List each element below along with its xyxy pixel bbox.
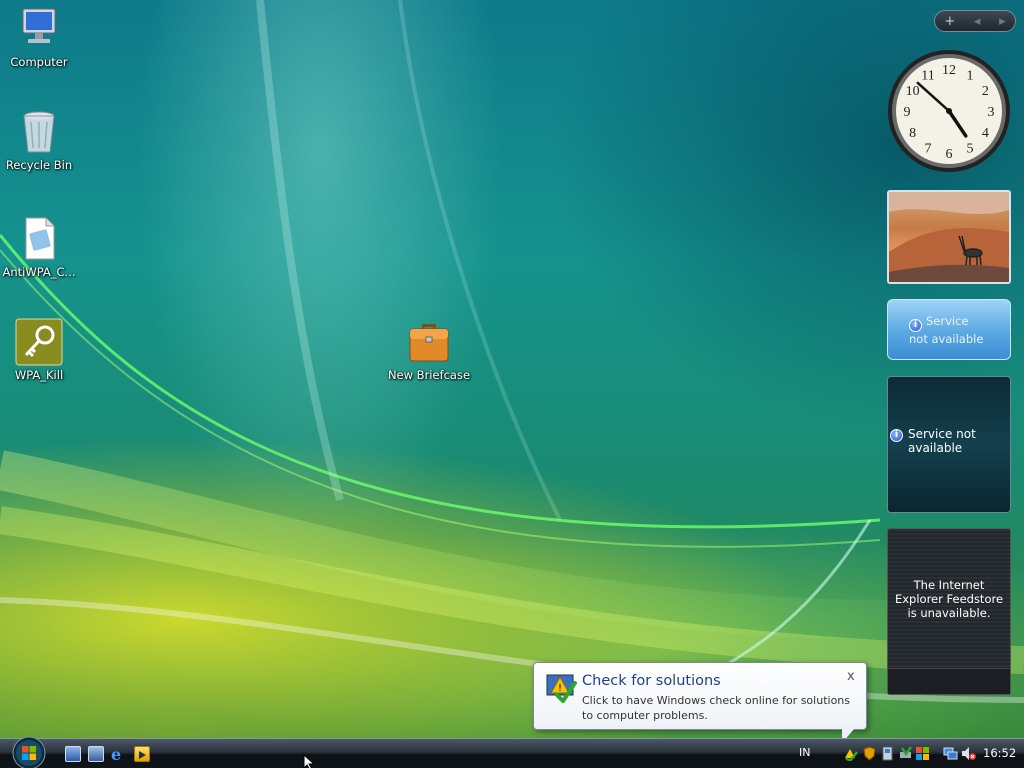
clock-hour-number: 8 [909,126,916,141]
volume-muted-icon[interactable] [961,746,976,761]
briefcase-icon [405,318,453,366]
key-icon [15,318,63,366]
desktop[interactable]: Computer Recycle Bin AntiWPA_C... WPA_Ki… [0,0,1024,738]
balloon-close-button[interactable]: x [847,669,855,684]
clock-gadget[interactable]: 12 1 2 3 4 5 6 7 8 9 10 11 [886,48,1012,174]
computer-icon [15,5,63,53]
problem-reports-tray-icon[interactable] [843,746,858,763]
desktop-icon-recycle-bin[interactable]: Recycle Bin [0,108,78,172]
previous-page-button[interactable]: ◂ [974,14,981,29]
clock-hour-number: 10 [906,84,920,99]
language-indicator[interactable]: IN [799,746,810,759]
balloon-title: Check for solutions [582,673,721,689]
next-page-button[interactable]: ▸ [999,14,1006,29]
document-icon [15,215,63,263]
clock-hour-number: 1 [967,69,974,84]
clock-face: 12 12 3 45678 9 1011 [888,50,1010,172]
start-button[interactable] [7,735,51,768]
desktop-icon-label: New Briefcase [387,368,471,382]
clock-hour-number: 2 [982,84,989,99]
slideshow-image [889,192,1009,282]
feeds-footer [888,668,1010,694]
desktop-icon-label: Recycle Bin [5,158,73,172]
switch-windows-icon[interactable] [88,746,104,762]
desktop-icon-label: Computer [10,55,68,69]
internet-explorer-icon[interactable]: e [111,745,127,764]
clock-hour-number: 9 [904,105,911,120]
slideshow-gadget[interactable] [887,190,1011,284]
clock-hour-number: 4 [982,126,989,141]
svg-text:!: ! [558,683,562,694]
feed-headlines-gadget[interactable]: The Internet Explorer Feedstore is unava… [887,528,1011,695]
clock-hour-number: 5 [967,141,974,156]
taskbar-clock[interactable]: 16:52 [983,746,1016,760]
desktop-icon-antiwpa[interactable]: AntiWPA_C... [0,215,78,279]
balloon-tail [842,729,854,738]
security-shield-icon[interactable] [862,746,877,761]
mouse-cursor-icon [303,754,316,768]
desktop-icon-computer[interactable]: Computer [0,5,78,69]
desktop-icon-label: WPA_Kill [14,368,64,382]
taskbar: e IN 16:52 [0,735,1024,768]
media-player-icon[interactable] [134,746,150,762]
recycle-bin-icon [15,108,63,156]
clock-hour-number: 3 [988,105,995,120]
balloon-message[interactable]: Click to have Windows check online for s… [582,693,862,723]
svg-text:e: e [111,746,121,762]
clock-hour-number: 12 [942,63,956,78]
show-desktop-icon[interactable] [65,746,81,762]
problem-reports-icon: ! [545,671,577,705]
desktop-icon-wpa-kill[interactable]: WPA_Kill [0,318,78,382]
info-icon: i [909,319,922,332]
notification-balloon[interactable]: ! Check for solutions Click to have Wind… [533,662,867,738]
device-tray-icon[interactable] [880,746,895,761]
info-icon: i [890,429,903,442]
clock-hour-number: 11 [921,69,934,84]
clock-hour-number: 7 [925,141,932,156]
add-gadget-button[interactable]: + [944,14,955,29]
windows-update-icon[interactable] [915,746,930,761]
stocks-status-text: Service not available [908,427,976,455]
feeds-status-text: The Internet Explorer Feedstore is unava… [894,578,1004,620]
wallpaper-wave [0,0,1024,703]
desktop-icon-new-briefcase[interactable]: New Briefcase [386,318,472,382]
sidebar-controls: + ◂ ▸ [934,10,1016,32]
stocks-gadget[interactable]: i Service not available [887,376,1011,513]
desktop-icon-label: AntiWPA_C... [2,265,76,279]
network-icon[interactable] [943,746,958,761]
safely-remove-hardware-icon[interactable] [898,746,913,761]
weather-gadget[interactable]: i Service not available [887,299,1011,360]
clock-hour-number: 6 [946,147,953,162]
